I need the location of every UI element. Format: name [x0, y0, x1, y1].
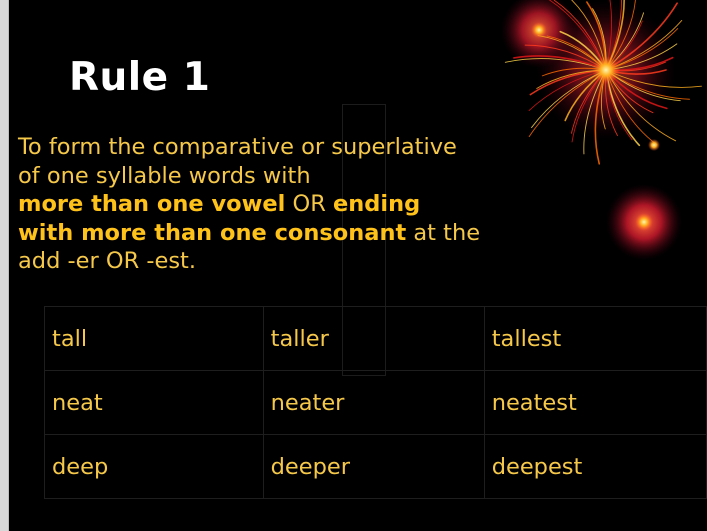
- rule-text-bold: ending: [333, 191, 421, 218]
- rule-description: To form the comparative or superlative o…: [18, 133, 538, 276]
- table-cell: taller: [262, 306, 485, 371]
- table-row: neat neater neatest: [44, 370, 707, 435]
- rule-line: of one syllable words with: [18, 162, 538, 191]
- slide: Rule 1 To form the comparative or superl…: [9, 0, 707, 531]
- table-cell: neat: [44, 370, 264, 435]
- table-cell: neatest: [483, 370, 707, 435]
- rule-text: of one syllable words with: [18, 162, 311, 189]
- rule-line: with more than one consonant at the: [18, 219, 538, 248]
- table-cell: neater: [262, 370, 485, 435]
- table-row: tall taller tallest: [44, 306, 707, 371]
- window-left-edge: [0, 0, 9, 531]
- rule-text: add -er OR -est.: [18, 248, 197, 275]
- rule-text-bold: with more than one consonant: [18, 219, 407, 246]
- table-cell: deepest: [483, 434, 707, 499]
- table-cell: deep: [44, 434, 264, 499]
- rule-text: at the: [406, 219, 481, 246]
- table-row: deep deeper deepest: [44, 434, 707, 499]
- word-table: tall taller tallest neat neater neatest …: [44, 306, 707, 499]
- rule-line: more than one vowel OR ending: [18, 190, 538, 219]
- rule-line: add -er OR -est.: [18, 247, 538, 276]
- table-cell: tallest: [483, 306, 707, 371]
- table-cell: deeper: [262, 434, 485, 499]
- rule-text: To form the comparative or superlative: [18, 134, 457, 160]
- rule-line: To form the comparative or superlative: [18, 133, 538, 162]
- rule-text-bold: more than one vowel: [18, 191, 286, 218]
- slide-title: Rule 1: [69, 55, 211, 100]
- rule-text: OR: [285, 191, 334, 218]
- table-cell: tall: [44, 306, 264, 371]
